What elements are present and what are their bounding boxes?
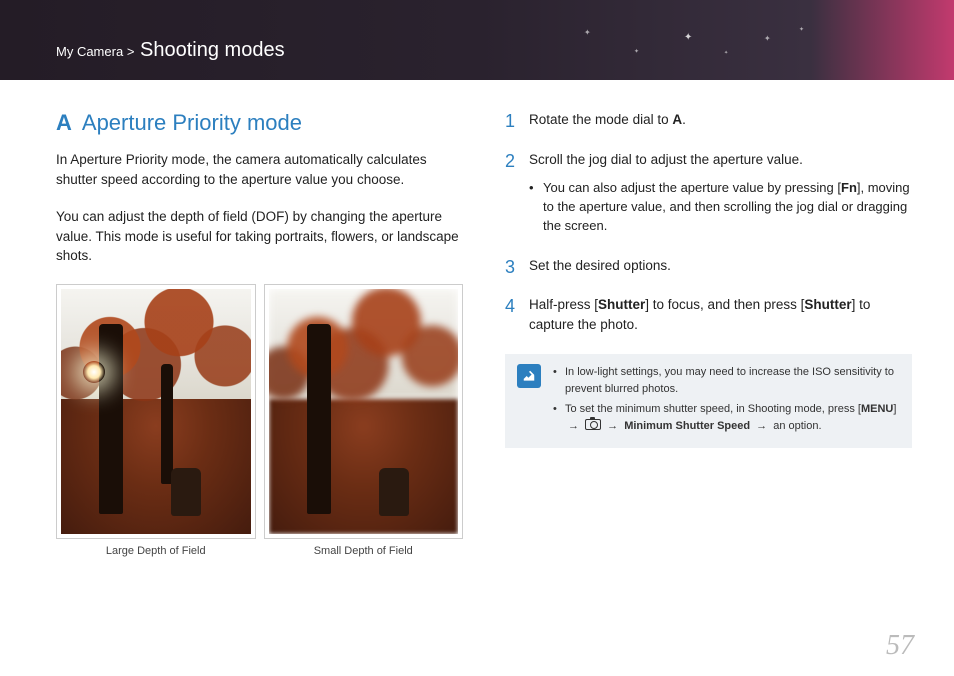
- section-title: A Aperture Priority mode: [56, 110, 463, 136]
- section-title-text: Aperture Priority mode: [82, 110, 302, 136]
- step-list: Rotate the mode dial to A. Scroll the jo…: [505, 110, 912, 334]
- example-images: Large Depth of Field Small Depth of Fiel…: [56, 284, 463, 557]
- breadcrumb-sep: >: [127, 44, 135, 59]
- arrow-icon: →: [568, 418, 579, 435]
- step-3: Set the desired options.: [505, 256, 912, 276]
- note-item-2: To set the minimum shutter speed, in Sho…: [553, 401, 900, 434]
- breadcrumb-root: My Camera: [56, 44, 123, 59]
- note-box: In low-light settings, you may need to i…: [505, 354, 912, 448]
- intro-paragraph-2: You can adjust the depth of field (DOF) …: [56, 207, 463, 266]
- right-column: Rotate the mode dial to A. Scroll the jo…: [505, 110, 912, 557]
- left-column: A Aperture Priority mode In Aperture Pri…: [56, 110, 463, 557]
- content: A Aperture Priority mode In Aperture Pri…: [0, 80, 954, 557]
- image-large-dof: Large Depth of Field: [56, 284, 256, 557]
- menu-button-icon: MENU: [861, 403, 893, 415]
- mode-a-icon: A: [672, 112, 682, 127]
- page-header: ✦ ✦ ✦ ✦ ✦ ✦ My Camera > Shooting modes: [0, 0, 954, 80]
- arrow-icon: →: [756, 418, 767, 435]
- caption-small-dof: Small Depth of Field: [264, 545, 464, 557]
- arrow-icon: →: [607, 418, 618, 435]
- note-icon: [517, 364, 541, 388]
- camera-icon: [585, 419, 601, 430]
- aperture-mode-icon: A: [56, 110, 72, 136]
- step-4: Half-press [Shutter] to focus, and then …: [505, 295, 912, 334]
- intro-paragraph-1: In Aperture Priority mode, the camera au…: [56, 150, 463, 189]
- fn-button-icon: Fn: [841, 180, 857, 195]
- image-small-dof: Small Depth of Field: [264, 284, 464, 557]
- page-number: 57: [886, 630, 914, 662]
- note-item-1: In low-light settings, you may need to i…: [553, 364, 900, 397]
- header-decoration: ✦ ✦ ✦ ✦ ✦ ✦: [574, 20, 834, 70]
- caption-large-dof: Large Depth of Field: [56, 545, 256, 557]
- step-2: Scroll the jog dial to adjust the apertu…: [505, 150, 912, 236]
- note-list: In low-light settings, you may need to i…: [553, 364, 900, 438]
- breadcrumb: My Camera > Shooting modes: [56, 39, 285, 62]
- step-1: Rotate the mode dial to A.: [505, 110, 912, 130]
- breadcrumb-section: Shooting modes: [140, 39, 285, 61]
- step-2-sub: You can also adjust the aperture value b…: [529, 179, 912, 236]
